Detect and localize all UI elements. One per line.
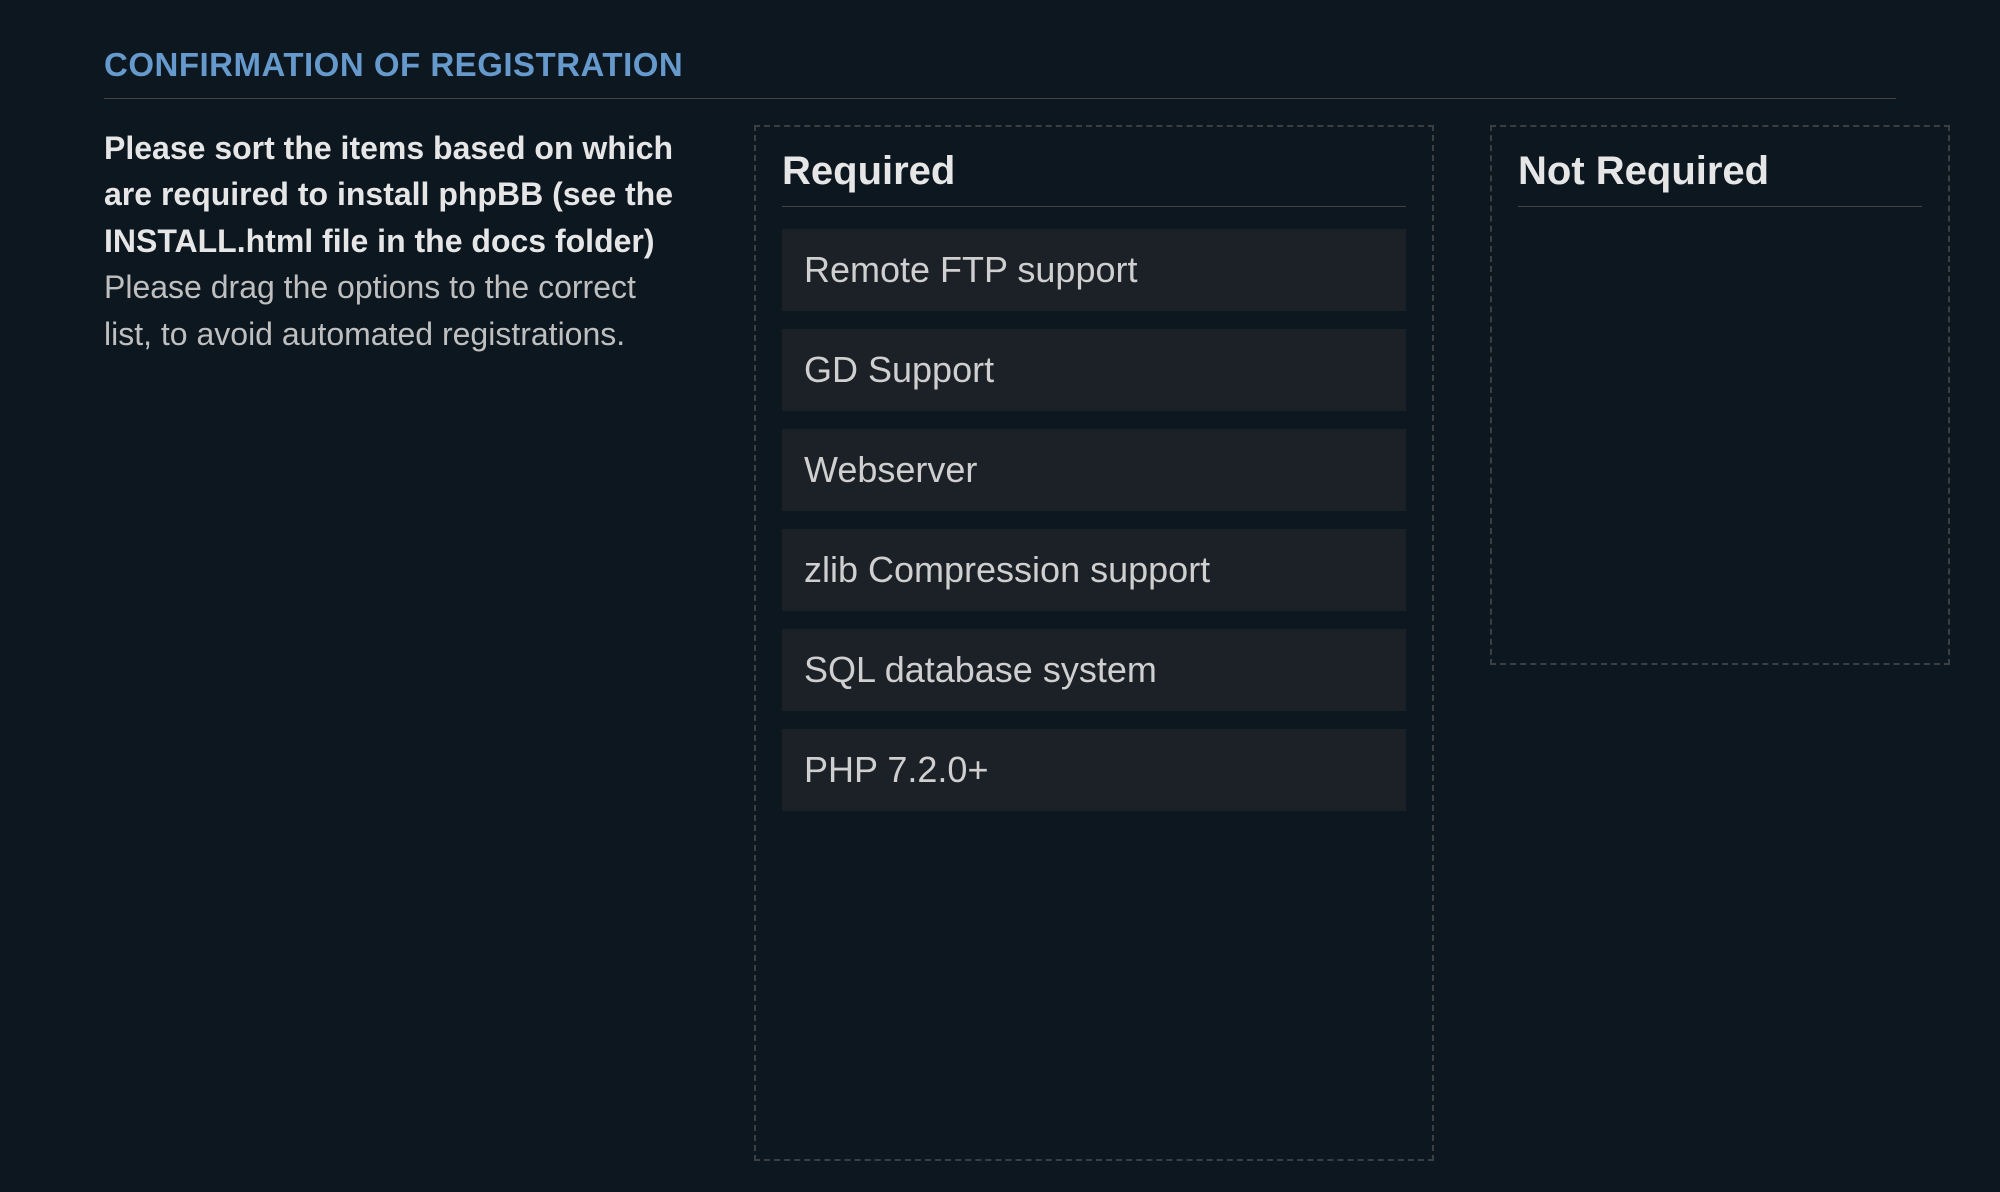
required-title: Required xyxy=(782,149,1406,207)
sortable-item[interactable]: PHP 7.2.0+ xyxy=(782,729,1406,811)
instructions: Please sort the items based on which are… xyxy=(104,125,674,1161)
required-items: Remote FTP support GD Support Webserver … xyxy=(782,229,1406,811)
sortable-area: Required Remote FTP support GD Support W… xyxy=(754,125,1950,1161)
sortable-item[interactable]: GD Support xyxy=(782,329,1406,411)
section-title: CONFIRMATION OF REGISTRATION xyxy=(104,46,1896,99)
sortable-item[interactable]: Remote FTP support xyxy=(782,229,1406,311)
required-dropzone[interactable]: Required Remote FTP support GD Support W… xyxy=(754,125,1434,1161)
sortable-item[interactable]: SQL database system xyxy=(782,629,1406,711)
not-required-title: Not Required xyxy=(1518,149,1922,207)
instructions-bold: Please sort the items based on which are… xyxy=(104,130,673,259)
not-required-dropzone[interactable]: Not Required xyxy=(1490,125,1950,665)
sortable-item[interactable]: Webserver xyxy=(782,429,1406,511)
instructions-normal: Please drag the options to the correct l… xyxy=(104,269,636,351)
content-columns: Please sort the items based on which are… xyxy=(104,125,1896,1161)
sortable-item[interactable]: zlib Compression support xyxy=(782,529,1406,611)
